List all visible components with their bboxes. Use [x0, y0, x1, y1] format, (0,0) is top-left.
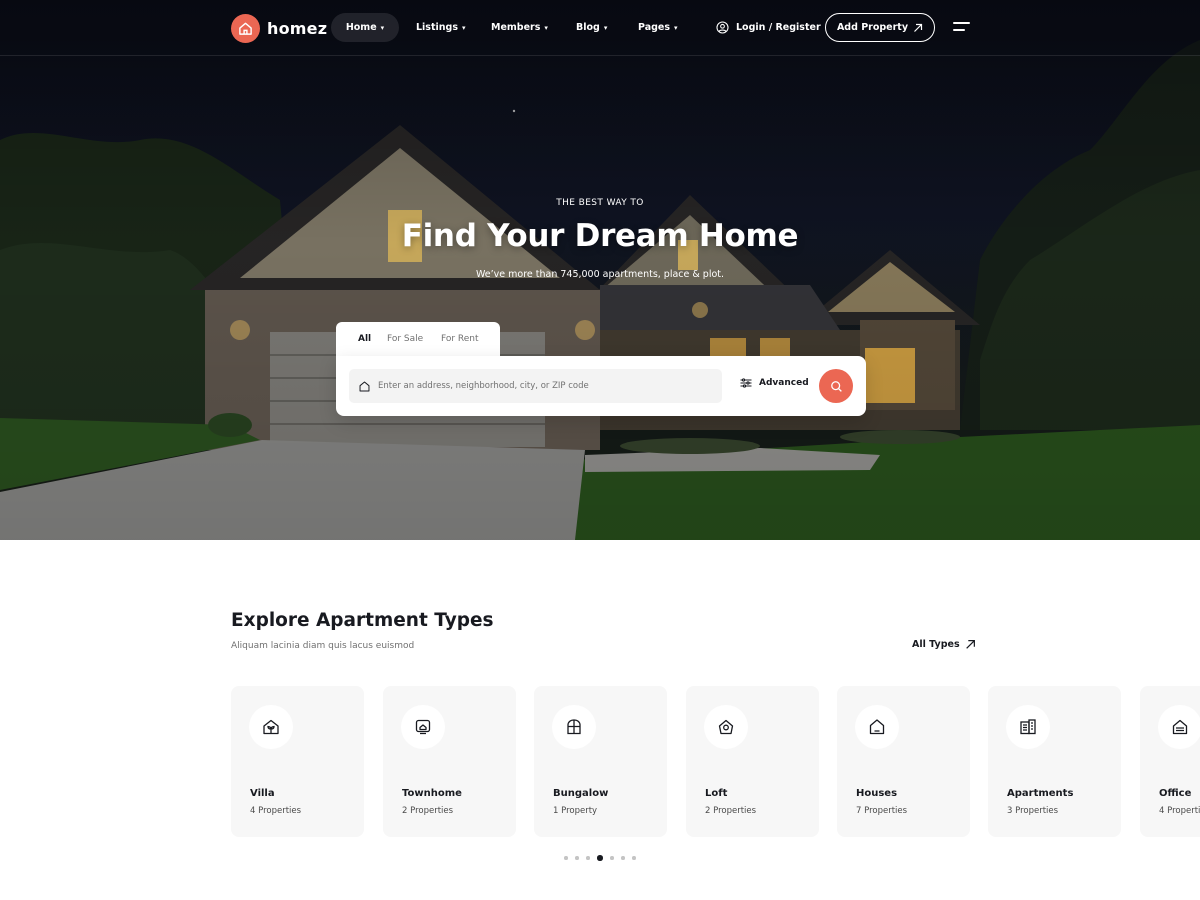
card-count: 4 Properties	[1159, 806, 1200, 816]
add-property-button[interactable]: Add Property	[825, 13, 935, 42]
apartment-type-card[interactable]: Office 4 Properties	[1140, 686, 1200, 837]
card-name: Bungalow	[553, 788, 609, 799]
card-count: 4 Properties	[250, 806, 302, 816]
chevron-down-icon: ▾	[461, 23, 466, 32]
nav-item-members[interactable]: Members ▾	[491, 13, 548, 42]
tab-for-rent[interactable]: For Rent	[441, 334, 479, 344]
nav-item-listings[interactable]: Listings ▾	[416, 13, 466, 42]
arrow-up-right-icon	[965, 640, 975, 649]
section-subtitle: Aliquam lacinia diam quis lacus euismod	[231, 641, 415, 651]
top-navigation: homez Home ▾ Listings ▾ Members ▾ Blog ▾…	[0, 0, 1200, 56]
nav-item-blog[interactable]: Blog ▾	[576, 13, 607, 42]
pagination-dot[interactable]	[610, 856, 614, 860]
nav-item-label: Home	[345, 22, 377, 33]
section-title: Explore Apartment Types	[231, 610, 494, 631]
search-tabs: All For Sale For Rent	[336, 322, 500, 358]
houses-icon	[855, 705, 899, 749]
search-button[interactable]	[819, 369, 853, 403]
menu-icon[interactable]	[953, 20, 970, 34]
pagination-dot[interactable]	[564, 856, 568, 860]
card-count: 1 Property	[553, 806, 598, 816]
chevron-down-icon: ▾	[603, 23, 608, 32]
apartment-type-card[interactable]: Bungalow 1 Property	[534, 686, 667, 837]
card-count: 2 Properties	[705, 806, 757, 816]
chevron-down-icon: ▾	[544, 23, 548, 32]
arrow-up-right-icon	[914, 23, 923, 32]
hero-eyebrow: THE BEST WAY TO	[556, 198, 644, 208]
user-icon	[716, 21, 729, 34]
card-count: 7 Properties	[856, 806, 908, 816]
add-property-label: Add Property	[836, 22, 909, 33]
pagination-dot[interactable]	[621, 856, 625, 860]
search-placeholder: Enter an address, neighborhood, city, or…	[378, 381, 589, 391]
card-name: Loft	[705, 788, 728, 799]
nav-item-label: Blog	[576, 22, 600, 33]
nav-item-label: Pages	[638, 22, 671, 33]
sliders-icon	[740, 378, 752, 388]
chevron-down-icon: ▾	[380, 23, 385, 32]
pagination-dot[interactable]	[632, 856, 636, 860]
search-icon	[830, 380, 842, 392]
pagination-dot-active[interactable]	[597, 855, 603, 861]
house-icon	[231, 13, 260, 43]
logo[interactable]: homez	[231, 13, 327, 43]
login-register-link[interactable]: Login / Register	[716, 13, 821, 42]
bungalow-icon	[552, 705, 596, 749]
nav-item-home[interactable]: Home ▾	[331, 13, 399, 42]
tab-for-sale[interactable]: For Sale	[387, 334, 423, 344]
apartment-type-card[interactable]: Houses 7 Properties	[837, 686, 970, 837]
card-name: Apartments	[1007, 788, 1074, 799]
chevron-down-icon: ▾	[674, 23, 678, 32]
card-count: 2 Properties	[402, 806, 454, 816]
apartment-type-card[interactable]: Apartments 3 Properties	[988, 686, 1121, 837]
loft-icon	[704, 705, 748, 749]
search-input[interactable]: Enter an address, neighborhood, city, or…	[349, 369, 722, 403]
search-panel: Enter an address, neighborhood, city, or…	[336, 356, 866, 416]
tab-all[interactable]: All	[358, 334, 371, 344]
logo-text: homez	[267, 18, 328, 38]
login-label: Login / Register	[736, 22, 821, 33]
advanced-label: Advanced	[759, 378, 809, 388]
card-name: Villa	[250, 788, 275, 799]
villa-icon	[249, 705, 293, 749]
card-name: Office	[1159, 788, 1192, 799]
pagination-dot[interactable]	[575, 856, 579, 860]
apartment-type-card[interactable]: Townhome 2 Properties	[383, 686, 516, 837]
advanced-filter-button[interactable]: Advanced	[740, 378, 809, 388]
nav-item-label: Members	[491, 22, 541, 33]
pagination-dot[interactable]	[586, 856, 590, 860]
hero-headline: Find Your Dream Home	[401, 218, 799, 254]
office-icon	[1158, 705, 1200, 749]
townhome-icon	[401, 705, 445, 749]
all-types-label: All Types	[912, 639, 960, 650]
apartment-type-card[interactable]: Loft 2 Properties	[686, 686, 819, 837]
all-types-link[interactable]: All Types	[912, 639, 976, 650]
card-count: 3 Properties	[1007, 806, 1059, 816]
carousel-pagination	[564, 855, 643, 861]
card-name: Houses	[856, 788, 898, 799]
card-name: Townhome	[402, 788, 462, 799]
nav-item-pages[interactable]: Pages ▾	[638, 13, 678, 42]
hero-subline: We’ve more than 745,000 apartments, plac…	[475, 269, 725, 280]
apartment-type-card[interactable]: Villa 4 Properties	[231, 686, 364, 837]
home-outline-icon	[359, 381, 370, 391]
apartments-icon	[1006, 705, 1050, 749]
nav-item-label: Listings	[416, 22, 458, 33]
